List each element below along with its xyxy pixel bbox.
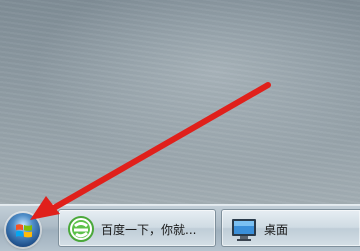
desktop-monitor-icon — [232, 219, 256, 241]
taskbar-item-browser[interactable]: 百度一下，你就... — [58, 209, 216, 247]
taskbar-item-desktop[interactable]: 桌面 — [221, 209, 360, 247]
taskbar-item-desktop-label: 桌面 — [264, 223, 289, 237]
taskbar-item-browser-label: 百度一下，你就... — [101, 223, 197, 237]
desktop-background — [0, 0, 360, 204]
ie-browser-icon — [68, 216, 94, 242]
start-button[interactable] — [4, 211, 44, 249]
windows-orb-icon — [6, 213, 40, 247]
windows-flag-icon — [16, 224, 32, 238]
